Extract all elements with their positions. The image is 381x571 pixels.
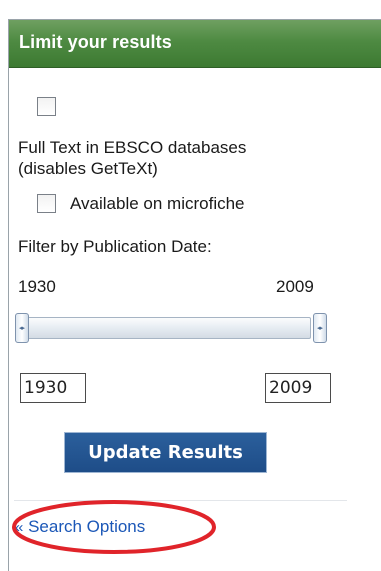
panel-header: Limit your results — [9, 20, 381, 68]
from-year-input[interactable]: 1930 — [20, 373, 86, 403]
double-chevron-left-icon: « — [15, 519, 24, 536]
limit-results-panel: Limit your results — [8, 19, 381, 571]
search-options-label: Search Options — [28, 517, 146, 536]
full-text-label-note: (disables GetTeXt) — [18, 159, 158, 178]
range-max-label: 2009 — [276, 277, 314, 296]
slider-handle-start[interactable]: ◂▸ — [15, 313, 29, 343]
slider-handle-end[interactable]: ◂▸ — [313, 313, 327, 343]
update-results-button[interactable]: Update Results — [64, 432, 267, 473]
microfiche-checkbox[interactable] — [37, 194, 56, 213]
range-min-label: 1930 — [18, 277, 56, 296]
divider — [14, 500, 347, 501]
double-arrow-grip-icon: ◂▸ — [19, 325, 25, 332]
panel-title: Limit your results — [19, 32, 172, 52]
full-text-checkbox[interactable] — [37, 97, 56, 116]
to-year-input[interactable]: 2009 — [265, 373, 331, 403]
search-options-link[interactable]: « Search Options — [15, 516, 145, 539]
date-filter-label: Filter by Publication Date: — [18, 237, 212, 256]
microfiche-label: Available on microfiche — [70, 194, 245, 213]
double-arrow-grip-icon: ◂▸ — [317, 325, 323, 332]
date-range-slider[interactable] — [21, 317, 311, 339]
full-text-label: Full Text in EBSCO databases — [18, 138, 247, 157]
